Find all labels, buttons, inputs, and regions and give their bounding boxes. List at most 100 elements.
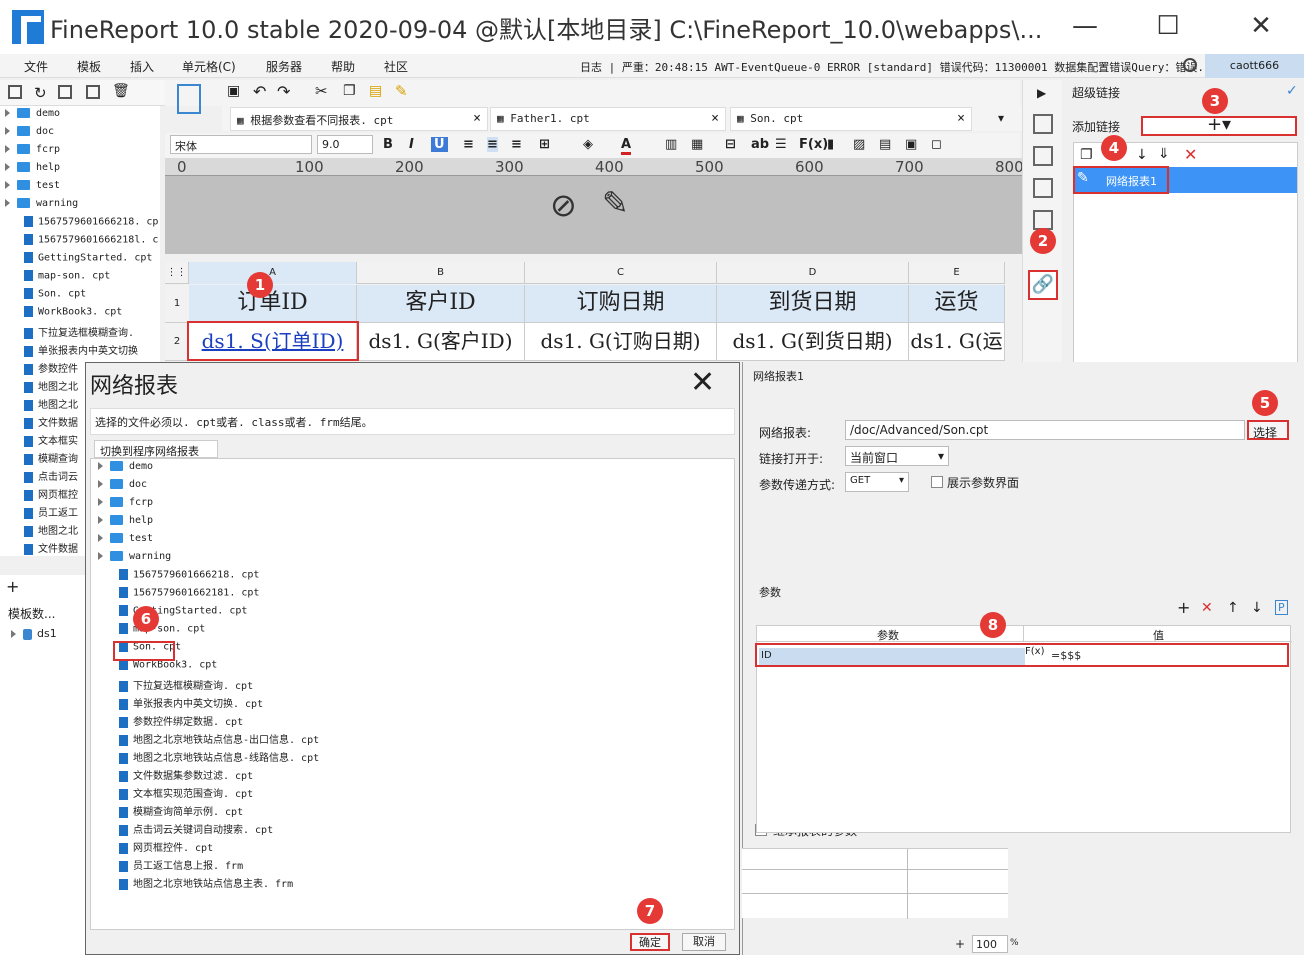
dialog-file[interactable]: 下拉复选框模糊查询. cpt	[119, 677, 253, 695]
align-left-icon[interactable]: ≡	[463, 137, 474, 152]
refresh-icon[interactable]: ↻	[34, 84, 47, 102]
user-name[interactable]: caott666	[1205, 54, 1304, 78]
dialog-file[interactable]: 参数控件绑定数据. cpt	[119, 713, 243, 731]
bold-icon[interactable]: B	[383, 137, 393, 152]
dialog-folder[interactable]: help	[93, 515, 153, 533]
expand-icon[interactable]	[98, 516, 103, 524]
move-down-icon[interactable]: ↓	[1136, 147, 1148, 163]
delete-link-icon[interactable]: ✕	[1184, 145, 1197, 164]
show-param-checkbox[interactable]	[931, 476, 943, 488]
insert-row-icon[interactable]: ⊟	[725, 137, 736, 152]
tree-file[interactable]: 文件数据	[0, 540, 78, 556]
image-icon[interactable]: ▨	[853, 137, 865, 152]
dialog-file[interactable]: 地图之北京地铁站点信息-线路信息. cpt	[119, 749, 319, 767]
minimize-button[interactable]: —	[1065, 8, 1105, 44]
tree-file[interactable]: GettingStarted. cpt	[0, 252, 152, 270]
cell-e2[interactable]: ds1. G(运	[909, 323, 1005, 361]
dialog-file[interactable]: 文件数据集参数过滤. cpt	[119, 767, 253, 785]
method-select[interactable]: GET ▾	[845, 472, 909, 492]
column-e[interactable]: E	[909, 262, 1005, 284]
cut-icon[interactable]: ✂	[315, 82, 328, 100]
zoom-field[interactable]: 100	[972, 935, 1008, 953]
menu-cell[interactable]: 单元格(C)	[182, 58, 236, 75]
new-folder-icon[interactable]	[8, 85, 22, 99]
paste-icon[interactable]: ▤	[369, 83, 382, 99]
expand-icon[interactable]	[98, 462, 103, 470]
text-icon[interactable]: ab	[751, 137, 769, 152]
row-header-1[interactable]: 1	[165, 285, 189, 323]
fill-color-icon[interactable]: ◈	[583, 137, 593, 152]
dialog-folder[interactable]: warning	[93, 551, 171, 569]
expand-icon[interactable]	[98, 552, 103, 560]
tree-file[interactable]: 地图之北	[0, 522, 78, 540]
cell-d1[interactable]: 到货日期	[717, 285, 909, 323]
tree-folder[interactable]: warning	[0, 198, 78, 216]
maximize-button[interactable]: ☐	[1148, 8, 1188, 44]
column-b[interactable]: B	[357, 262, 525, 284]
rich-text-icon[interactable]: ☰	[775, 137, 787, 152]
expand-icon[interactable]	[98, 480, 103, 488]
tab-father1[interactable]: ▦ Father1. cpt ×	[490, 107, 726, 131]
subreport-icon[interactable]: ▤	[879, 137, 891, 152]
delete-param-icon[interactable]: ✕	[1201, 600, 1213, 616]
menu-server[interactable]: 服务器	[266, 58, 302, 75]
tree-file[interactable]: 点击词云	[0, 468, 78, 486]
cell-b1[interactable]: 客户ID	[357, 285, 525, 323]
slash-icon[interactable]: ▣	[905, 137, 917, 152]
tree-file[interactable]: WorkBook3. cpt	[0, 306, 122, 324]
dialog-file[interactable]: 地图之北京地铁站点信息主表. frm	[119, 875, 293, 893]
column-a[interactable]: A	[189, 262, 357, 284]
status-log[interactable]: 日志 | 严重：20:48:15 AWT-EventQueue-0 ERROR …	[580, 59, 1217, 75]
tree-folder[interactable]: test	[0, 180, 60, 198]
menu-community[interactable]: 社区	[384, 58, 408, 75]
dialog-file[interactable]: 地图之北京地铁站点信息-出口信息. cpt	[119, 731, 319, 749]
expand-icon[interactable]	[5, 145, 10, 153]
close-tab-icon[interactable]: ×	[711, 111, 719, 126]
tree-file[interactable]: 文本框实	[0, 432, 78, 450]
add-param-icon[interactable]: +	[1177, 598, 1190, 617]
tree-folder[interactable]: demo	[0, 108, 60, 126]
tab-son[interactable]: ▦ Son. cpt ×	[730, 107, 972, 131]
copy-icon[interactable]: ❐	[343, 83, 356, 99]
copy-link-icon[interactable]: ❐	[1080, 147, 1093, 163]
tree-folder[interactable]: fcrp	[0, 144, 60, 162]
collapse-icon[interactable]: ▶	[1037, 86, 1046, 100]
delete-icon[interactable]: 🗑	[112, 83, 130, 99]
close-window-button[interactable]: ✕	[1241, 8, 1281, 44]
expand-icon[interactable]	[5, 109, 10, 117]
format-painter-icon[interactable]: ✎	[395, 82, 408, 100]
border-icon[interactable]: ⊞	[539, 137, 550, 152]
cell-d2[interactable]: ds1. G(到货日期)	[717, 323, 909, 361]
cell-element-icon[interactable]	[1033, 146, 1053, 166]
ok-button[interactable]: 确定	[630, 933, 670, 951]
menu-help[interactable]: 帮助	[331, 58, 355, 75]
tree-file[interactable]: 文件数据	[0, 414, 78, 432]
redo-icon[interactable]: ↷	[277, 82, 290, 101]
dataset-tab[interactable]: 模板数...	[8, 605, 55, 622]
undo-icon[interactable]: ↶	[253, 82, 266, 101]
cell-c2[interactable]: ds1. G(订购日期)	[525, 323, 717, 361]
close-tab-icon[interactable]: ×	[957, 111, 965, 126]
tree-file[interactable]: 员工返工	[0, 504, 78, 522]
tree-file[interactable]: 网页框控	[0, 486, 78, 504]
dialog-file[interactable]: 文本框实现范围查询. cpt	[119, 785, 253, 803]
float-element-icon[interactable]	[1033, 178, 1053, 198]
menu-file[interactable]: 文件	[24, 58, 48, 75]
open-icon[interactable]	[58, 85, 72, 99]
dialog-folder[interactable]: doc	[93, 479, 147, 497]
menu-template[interactable]: 模板	[77, 58, 101, 75]
dialog-folder[interactable]: test	[93, 533, 153, 551]
underline-icon[interactable]: U	[431, 137, 448, 152]
tree-file[interactable]: 1567579601666218l. c	[0, 234, 158, 252]
dialog-file[interactable]: 员工返工信息上报. frm	[119, 857, 243, 875]
lock-icon[interactable]	[86, 85, 100, 99]
font-size-select[interactable]: 9.0	[317, 135, 373, 154]
dialog-close-button[interactable]: ✕	[690, 365, 715, 400]
expand-icon[interactable]	[5, 163, 10, 171]
cancel-button[interactable]: 取消	[682, 933, 726, 951]
merge-icon[interactable]: ▥	[665, 137, 677, 152]
expand-icon[interactable]	[5, 181, 10, 189]
expand-icon[interactable]	[5, 127, 10, 135]
italic-icon[interactable]: I	[409, 137, 414, 152]
cell-a1[interactable]: 订单ID	[189, 285, 357, 323]
